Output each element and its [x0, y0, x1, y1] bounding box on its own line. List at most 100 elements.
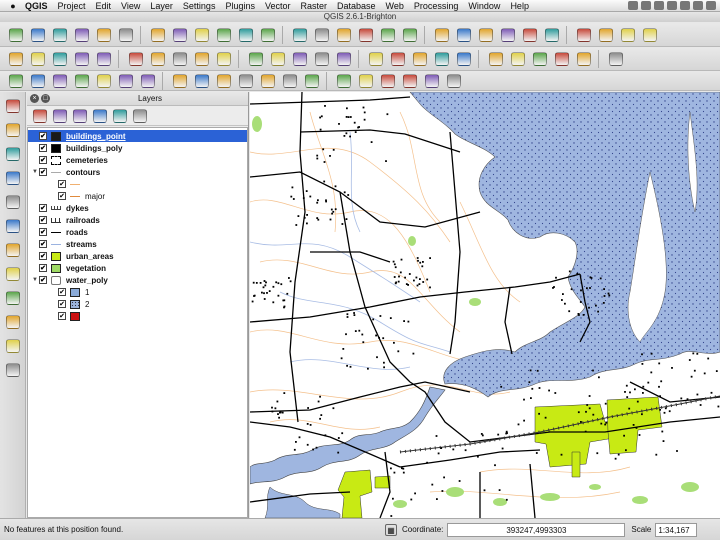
add-delimited-text-icon[interactable]	[3, 312, 23, 332]
save-as-icon[interactable]	[72, 25, 91, 44]
wifi-icon[interactable]	[680, 1, 690, 10]
node-tool-icon[interactable]	[126, 49, 145, 68]
layer-visibility-checkbox[interactable]: ✔	[39, 264, 47, 272]
rotate-label-icon[interactable]	[334, 49, 353, 68]
layer-visibility-checkbox[interactable]: ✔	[39, 204, 47, 212]
layer-visibility-checkbox[interactable]: ✔	[39, 228, 47, 236]
add-feature-icon[interactable]	[72, 49, 91, 68]
refresh-icon[interactable]	[356, 25, 375, 44]
georeferencer-icon[interactable]	[444, 71, 463, 90]
open-attribute-table-icon[interactable]	[498, 25, 517, 44]
zoom-to-selection-icon[interactable]	[258, 25, 277, 44]
measure-icon[interactable]	[454, 25, 473, 44]
add-ring-icon[interactable]	[72, 71, 91, 90]
layer-item[interactable]: ▼ ✔ water_poly	[28, 274, 247, 286]
copy-features-icon[interactable]	[192, 49, 211, 68]
zoom-in-icon[interactable]	[192, 25, 211, 44]
undo-icon[interactable]	[6, 71, 25, 90]
rotate-point-symbols-icon[interactable]	[334, 71, 353, 90]
refresh-icon[interactable]	[400, 71, 419, 90]
merge-selected-icon[interactable]	[280, 71, 299, 90]
paste-features-icon[interactable]	[214, 49, 233, 68]
add-wms-layer-icon[interactable]	[486, 49, 505, 68]
layer-visibility-checkbox[interactable]: ✔	[58, 180, 66, 188]
change-label-icon[interactable]	[366, 49, 385, 68]
battery-icon[interactable]	[706, 1, 716, 10]
new-bookmark-icon[interactable]	[574, 25, 593, 44]
add-part-icon[interactable]	[94, 71, 113, 90]
current-edits-icon[interactable]	[6, 49, 25, 68]
status-icon[interactable]	[641, 1, 651, 10]
add-oracle-layer-icon[interactable]	[3, 216, 23, 236]
field-calculator-icon[interactable]	[476, 25, 495, 44]
cut-features-icon[interactable]	[170, 49, 189, 68]
expand-arrow-icon[interactable]: ▼	[31, 277, 39, 283]
legend-class-item[interactable]: ✔ 1	[28, 286, 247, 298]
label-icon[interactable]	[246, 49, 265, 68]
scale-field[interactable]: 1:34,167	[655, 522, 698, 537]
expand-all-icon[interactable]	[91, 107, 108, 124]
menu-view[interactable]: View	[116, 0, 145, 12]
layer-item[interactable]: ✔ buildings_point	[28, 130, 247, 142]
legend-class-item[interactable]: ✔ major	[28, 190, 247, 202]
add-group-icon[interactable]	[31, 107, 48, 124]
status-icon[interactable]	[628, 1, 638, 10]
add-wcs-layer-icon[interactable]	[3, 264, 23, 284]
menu-edit[interactable]: Edit	[91, 0, 117, 12]
close-panel-icon[interactable]: ×	[30, 94, 39, 103]
layer-item[interactable]: ✔ urban_areas	[28, 250, 247, 262]
menu-plugins[interactable]: Plugins	[220, 0, 260, 12]
zoom-to-layer-icon[interactable]	[290, 25, 309, 44]
composer-manager-icon[interactable]	[116, 25, 135, 44]
new-temporary-layer-icon[interactable]	[3, 360, 23, 380]
layer-visibility-checkbox[interactable]: ✔	[58, 192, 66, 200]
deselect-icon[interactable]	[432, 25, 451, 44]
render-toggle-icon[interactable]: ▦	[385, 523, 397, 536]
layer-visibility-checkbox[interactable]: ✔	[39, 240, 47, 248]
filter-legend-icon[interactable]	[71, 107, 88, 124]
layer-visibility-checkbox[interactable]: ✔	[39, 216, 47, 224]
move-feature-icon[interactable]	[94, 49, 113, 68]
coordinate-field[interactable]: 393247,4993303	[447, 522, 626, 537]
legend-class-item[interactable]: ✔	[28, 178, 247, 190]
new-shapefile-icon[interactable]	[606, 49, 625, 68]
save-project-icon[interactable]	[50, 25, 69, 44]
zoom-out-icon[interactable]	[214, 25, 233, 44]
reshape-icon[interactable]	[192, 71, 211, 90]
simplify-feature-icon[interactable]	[50, 71, 69, 90]
layer-item[interactable]: ✔ roads	[28, 226, 247, 238]
new-spatialite-layer-icon[interactable]	[3, 336, 23, 356]
add-spatialite-layer-icon[interactable]	[3, 168, 23, 188]
layer-visibility-checkbox[interactable]: ✔	[58, 300, 66, 308]
add-vector-layer-icon[interactable]	[388, 49, 407, 68]
layer-visibility-checkbox[interactable]: ✔	[39, 132, 47, 140]
toggle-editing-icon[interactable]	[28, 49, 47, 68]
add-vector-layer-icon[interactable]	[3, 96, 23, 116]
menu-project[interactable]: Project	[53, 0, 91, 12]
layer-visibility-checkbox[interactable]: ✔	[58, 312, 66, 320]
add-raster-layer-icon[interactable]	[410, 49, 429, 68]
map-tips-icon[interactable]	[542, 25, 561, 44]
layer-visibility-checkbox[interactable]: ✔	[39, 144, 47, 152]
pan-to-selection-icon[interactable]	[170, 25, 189, 44]
zoom-next-icon[interactable]	[334, 25, 353, 44]
fill-ring-icon[interactable]	[116, 71, 135, 90]
annotation-icon[interactable]	[618, 25, 637, 44]
add-mssql-layer-icon[interactable]	[3, 192, 23, 212]
add-wcs-layer-icon[interactable]	[508, 49, 527, 68]
add-delimited-text-icon[interactable]	[574, 49, 593, 68]
menu-app-name[interactable]: QGIS	[20, 0, 53, 12]
status-icon[interactable]	[654, 1, 664, 10]
zoom-last-icon[interactable]	[312, 25, 331, 44]
layer-item[interactable]: ▼ ✔ contours	[28, 166, 247, 178]
menu-raster[interactable]: Raster	[296, 0, 333, 12]
pan-icon[interactable]	[148, 25, 167, 44]
layer-visibility-checkbox[interactable]: ✔	[58, 288, 66, 296]
merge-attributes-icon[interactable]	[302, 71, 321, 90]
layer-item[interactable]: ✔ buildings_poly	[28, 142, 247, 154]
delete-ring-icon[interactable]	[138, 71, 157, 90]
pin-labels-icon[interactable]	[268, 49, 287, 68]
layer-item[interactable]: ✔ railroads	[28, 214, 247, 226]
split-features-icon[interactable]	[236, 71, 255, 90]
new-print-composer-icon[interactable]	[94, 25, 113, 44]
